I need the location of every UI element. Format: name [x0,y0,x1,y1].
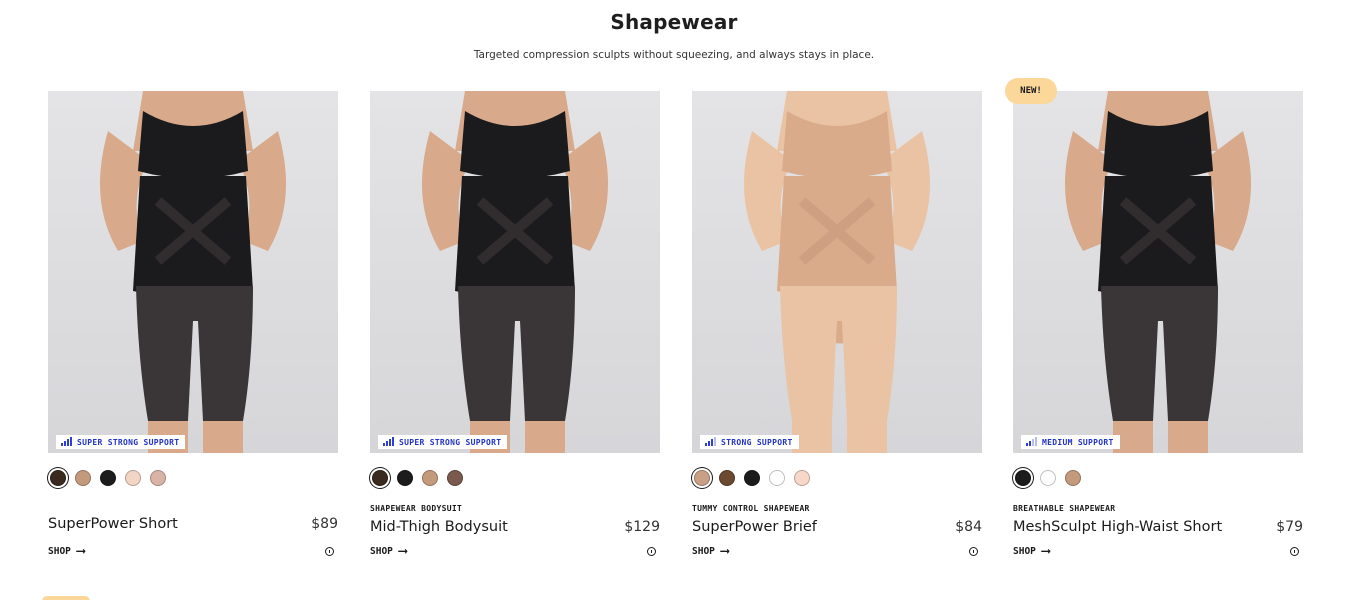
shop-label: SHOP [370,546,393,557]
product-price: $89 [311,516,338,532]
color-swatches [694,470,810,486]
shop-link[interactable]: SHOP ⟶ [1013,544,1050,559]
info-icon[interactable] [647,547,656,556]
shop-row: SHOP ⟶ [1013,544,1303,559]
color-swatch[interactable] [1065,470,1081,486]
arrow-right-icon: ⟶ [76,544,85,559]
signal-bars-icon [61,437,72,446]
color-swatch[interactable] [769,470,785,486]
color-swatch[interactable] [694,470,710,486]
product-image[interactable]: SUPER STRONG SUPPORT [48,91,338,453]
signal-bars-icon [1026,437,1037,446]
product-photo-figure [744,91,930,453]
product-card[interactable]: SUPER STRONG SUPPORT SHAPEWEAR BODYSUIT Mi… [370,91,660,559]
support-label: STRONG SUPPORT [721,437,793,447]
product-image[interactable]: SUPER STRONG SUPPORT [370,91,660,453]
support-label: SUPER STRONG SUPPORT [77,437,180,447]
color-swatches [372,470,463,486]
support-level-badge: STRONG SUPPORT [700,435,799,449]
support-label: SUPER STRONG SUPPORT [399,437,502,447]
color-swatch[interactable] [794,470,810,486]
shop-label: SHOP [1013,546,1036,557]
product-card[interactable]: STRONG SUPPORT TUMMY CONTROL SHAPEWEAR Sup… [692,91,982,559]
color-swatch[interactable] [447,470,463,486]
color-swatch[interactable] [75,470,91,486]
color-swatch[interactable] [422,470,438,486]
product-name[interactable]: MeshSculpt High-Waist Short [1013,519,1222,535]
shop-link[interactable]: SHOP ⟶ [48,544,85,559]
product-grid: SUPER STRONG SUPPORT SuperPower Short $89 S… [48,78,1303,571]
info-icon[interactable] [325,547,334,556]
product-title-row: MeshSculpt High-Waist Short $79 [1013,519,1303,535]
color-swatch[interactable] [397,470,413,486]
product-name[interactable]: SuperPower Brief [692,519,817,535]
new-badge: NEW! [1005,78,1057,104]
product-title-row: SuperPower Short $89 [48,516,338,532]
color-swatch[interactable] [125,470,141,486]
shop-label: SHOP [48,546,71,557]
section-header: Shapewear Targeted compression sculpts w… [0,8,1348,61]
color-swatch[interactable] [100,470,116,486]
color-swatch[interactable] [719,470,735,486]
shop-row: SHOP ⟶ [692,544,982,559]
product-category: TUMMY CONTROL SHAPEWEAR [692,504,810,513]
product-card[interactable]: SUPER STRONG SUPPORT SuperPower Short $89 S… [48,91,338,559]
shop-label: SHOP [692,546,715,557]
info-icon[interactable] [1290,547,1299,556]
support-level-badge: SUPER STRONG SUPPORT [56,435,186,449]
arrow-right-icon: ⟶ [1041,544,1050,559]
support-level-badge: MEDIUM SUPPORT [1021,435,1120,449]
page-title: Shapewear [610,10,738,34]
product-price: $129 [624,519,660,535]
color-swatch[interactable] [1015,470,1031,486]
product-name[interactable]: SuperPower Short [48,516,178,532]
color-swatch[interactable] [1040,470,1056,486]
color-swatches [1015,470,1081,486]
signal-bars-icon [705,437,716,446]
shop-link[interactable]: SHOP ⟶ [370,544,407,559]
product-photo-figure [1065,91,1251,453]
arrow-right-icon: ⟶ [398,544,407,559]
next-badge-peek [42,596,90,600]
page-subtitle: Targeted compression sculpts without squ… [473,49,875,61]
shop-row: SHOP ⟶ [370,544,660,559]
support-label: MEDIUM SUPPORT [1042,437,1114,447]
product-title-row: SuperPower Brief $84 [692,519,982,535]
product-price: $79 [1276,519,1303,535]
product-category: SHAPEWEAR BODYSUIT [370,504,463,513]
product-name[interactable]: Mid-Thigh Bodysuit [370,519,508,535]
product-photo-figure [422,91,608,453]
product-price: $84 [955,519,982,535]
arrow-right-icon: ⟶ [720,544,729,559]
product-image[interactable]: STRONG SUPPORT [692,91,982,453]
signal-bars-icon [383,437,394,446]
product-card[interactable]: MEDIUM SUPPORT NEW! BREATHABLE SHAPEWEAR Me… [1005,78,1303,559]
info-icon[interactable] [969,547,978,556]
product-photo-figure [100,91,286,453]
product-image[interactable]: MEDIUM SUPPORT [1013,91,1303,453]
shop-link[interactable]: SHOP ⟶ [692,544,729,559]
color-swatch[interactable] [372,470,388,486]
product-category: BREATHABLE SHAPEWEAR [1013,504,1116,513]
support-level-badge: SUPER STRONG SUPPORT [378,435,508,449]
color-swatch[interactable] [744,470,760,486]
shop-row: SHOP ⟶ [48,544,338,559]
color-swatch[interactable] [150,470,166,486]
color-swatch[interactable] [50,470,66,486]
color-swatches [50,470,166,486]
product-title-row: Mid-Thigh Bodysuit $129 [370,519,660,535]
